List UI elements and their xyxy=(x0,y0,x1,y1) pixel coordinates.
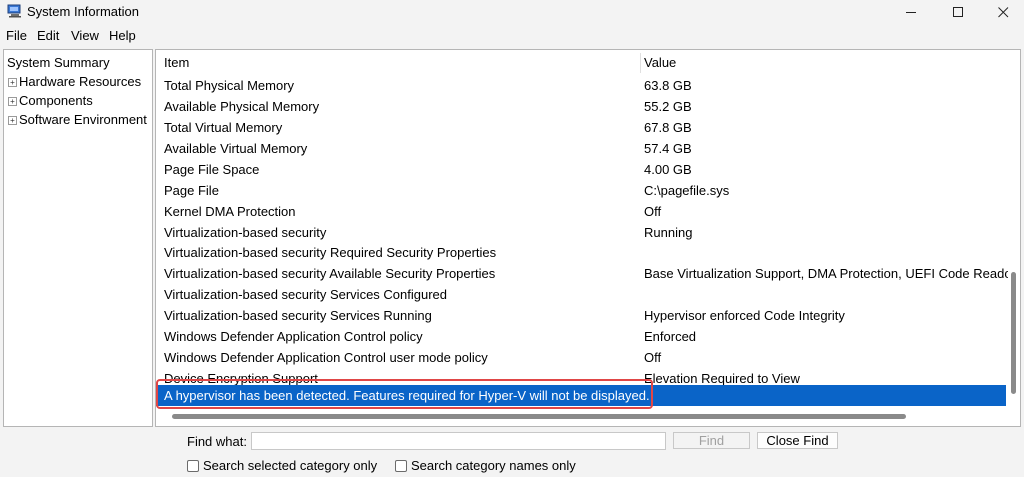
table-row[interactable]: Kernel DMA Protection Off xyxy=(156,201,1006,222)
value-cell: 67.8 GB xyxy=(644,120,692,135)
menu-bar: File Edit View Help xyxy=(0,26,1024,46)
find-button[interactable]: Find xyxy=(673,432,750,449)
search-category-names-checkbox[interactable]: Search category names only xyxy=(395,458,576,473)
find-what-label: Find what: xyxy=(187,434,247,449)
system-information-icon xyxy=(7,4,23,18)
table-row[interactable]: Virtualization-based security Running xyxy=(156,222,1006,243)
minimize-icon xyxy=(905,11,916,13)
column-divider[interactable] xyxy=(640,53,641,73)
vertical-scrollbar[interactable] xyxy=(1008,50,1020,426)
table-row[interactable]: Virtualization-based security Available … xyxy=(156,263,1019,284)
value-cell: Off xyxy=(644,204,662,219)
value-cell: Hypervisor enforced Code Integrity xyxy=(644,308,845,323)
vertical-scroll-thumb[interactable] xyxy=(1011,272,1016,394)
value-cell: Elevation Required to View xyxy=(644,371,800,386)
expand-plus-icon[interactable]: + xyxy=(8,116,17,125)
expand-plus-icon[interactable]: + xyxy=(8,78,17,87)
item-cell: Total Physical Memory xyxy=(164,78,295,93)
category-tree[interactable]: System Summary + Hardware Resources + Co… xyxy=(3,49,153,427)
item-cell: Page File Space xyxy=(164,162,260,177)
table-row[interactable]: Available Virtual Memory 57.4 GB xyxy=(156,138,1006,159)
value-cell: 4.00 GB xyxy=(644,162,692,177)
close-icon xyxy=(997,6,1008,17)
tree-item-components[interactable]: Components xyxy=(19,93,93,108)
item-cell: Windows Defender Application Control pol… xyxy=(164,329,423,344)
horizontal-scrollbar[interactable] xyxy=(156,410,1008,424)
search-selected-category-checkbox[interactable]: Search selected category only xyxy=(187,458,377,473)
value-cell: 63.8 GB xyxy=(644,78,692,93)
item-cell: Total Virtual Memory xyxy=(164,120,283,135)
close-find-button[interactable]: Close Find xyxy=(757,432,838,449)
details-list[interactable]: Item Value Total Physical Memory 63.8 GB… xyxy=(155,49,1021,427)
column-header-item[interactable]: Item xyxy=(164,50,190,76)
checkbox-box[interactable] xyxy=(187,459,199,472)
table-row[interactable]: Page File Space 4.00 GB xyxy=(156,159,1006,180)
item-cell: Kernel DMA Protection xyxy=(164,204,296,219)
checkbox-label: Search selected category only xyxy=(203,458,378,473)
value-cell: Off xyxy=(644,350,662,365)
menu-edit[interactable]: Edit xyxy=(37,28,59,43)
table-row[interactable]: Page File C:\pagefile.sys xyxy=(156,180,1006,201)
table-row[interactable]: Total Physical Memory 63.8 GB xyxy=(156,75,1006,96)
annotation-highlight-box xyxy=(156,379,653,409)
window-title: System Information xyxy=(27,4,139,19)
table-row[interactable]: Virtualization-based security Services R… xyxy=(156,305,1006,326)
tree-item-hardware-resources[interactable]: Hardware Resources xyxy=(19,74,141,89)
item-cell: Available Physical Memory xyxy=(164,99,320,114)
table-row[interactable]: Windows Defender Application Control pol… xyxy=(156,326,1006,347)
value-cell: Base Virtualization Support, DMA Protect… xyxy=(644,266,1019,281)
table-row[interactable]: Virtualization-based security Services C… xyxy=(156,284,1006,305)
value-cell: C:\pagefile.sys xyxy=(644,183,730,198)
tree-item-software-environment[interactable]: Software Environment xyxy=(19,112,147,127)
tree-item-system-summary[interactable]: System Summary xyxy=(7,55,110,70)
find-what-input[interactable] xyxy=(251,432,666,450)
menu-view[interactable]: View xyxy=(71,28,99,43)
item-cell: Page File xyxy=(164,183,219,198)
find-bar: Find what: Find Close Find Search select… xyxy=(0,427,1024,477)
item-cell: Windows Defender Application Control use… xyxy=(164,350,488,365)
column-header-value[interactable]: Value xyxy=(644,50,677,76)
value-cell: Running xyxy=(644,225,693,240)
table-row[interactable]: Virtualization-based security Required S… xyxy=(156,242,1006,263)
value-cell: 55.2 GB xyxy=(644,99,692,114)
minimize-button[interactable] xyxy=(888,0,934,24)
expand-plus-icon[interactable]: + xyxy=(8,97,17,106)
item-cell: Virtualization-based security Required S… xyxy=(164,245,497,260)
menu-file[interactable]: File xyxy=(6,28,27,43)
horizontal-scroll-thumb[interactable] xyxy=(172,414,906,419)
menu-help[interactable]: Help xyxy=(109,28,136,43)
close-button[interactable] xyxy=(980,0,1024,24)
item-cell: Virtualization-based security Services C… xyxy=(164,287,448,302)
table-row[interactable]: Total Virtual Memory 67.8 GB xyxy=(156,117,1006,138)
checkbox-label: Search category names only xyxy=(411,458,576,473)
value-cell: 57.4 GB xyxy=(644,141,692,156)
maximize-icon xyxy=(952,6,963,17)
maximize-button[interactable] xyxy=(935,0,981,24)
table-row[interactable]: Available Physical Memory 55.2 GB xyxy=(156,96,1006,117)
item-cell: Virtualization-based security Services R… xyxy=(164,308,432,323)
item-cell: Virtualization-based security xyxy=(164,225,327,240)
item-cell: Available Virtual Memory xyxy=(164,141,308,156)
value-cell: Enforced xyxy=(644,329,697,344)
checkbox-box[interactable] xyxy=(395,459,407,472)
item-cell: Virtualization-based security Available … xyxy=(164,266,496,281)
table-row[interactable]: Windows Defender Application Control use… xyxy=(156,347,1006,368)
title-bar: System Information xyxy=(0,0,1024,24)
